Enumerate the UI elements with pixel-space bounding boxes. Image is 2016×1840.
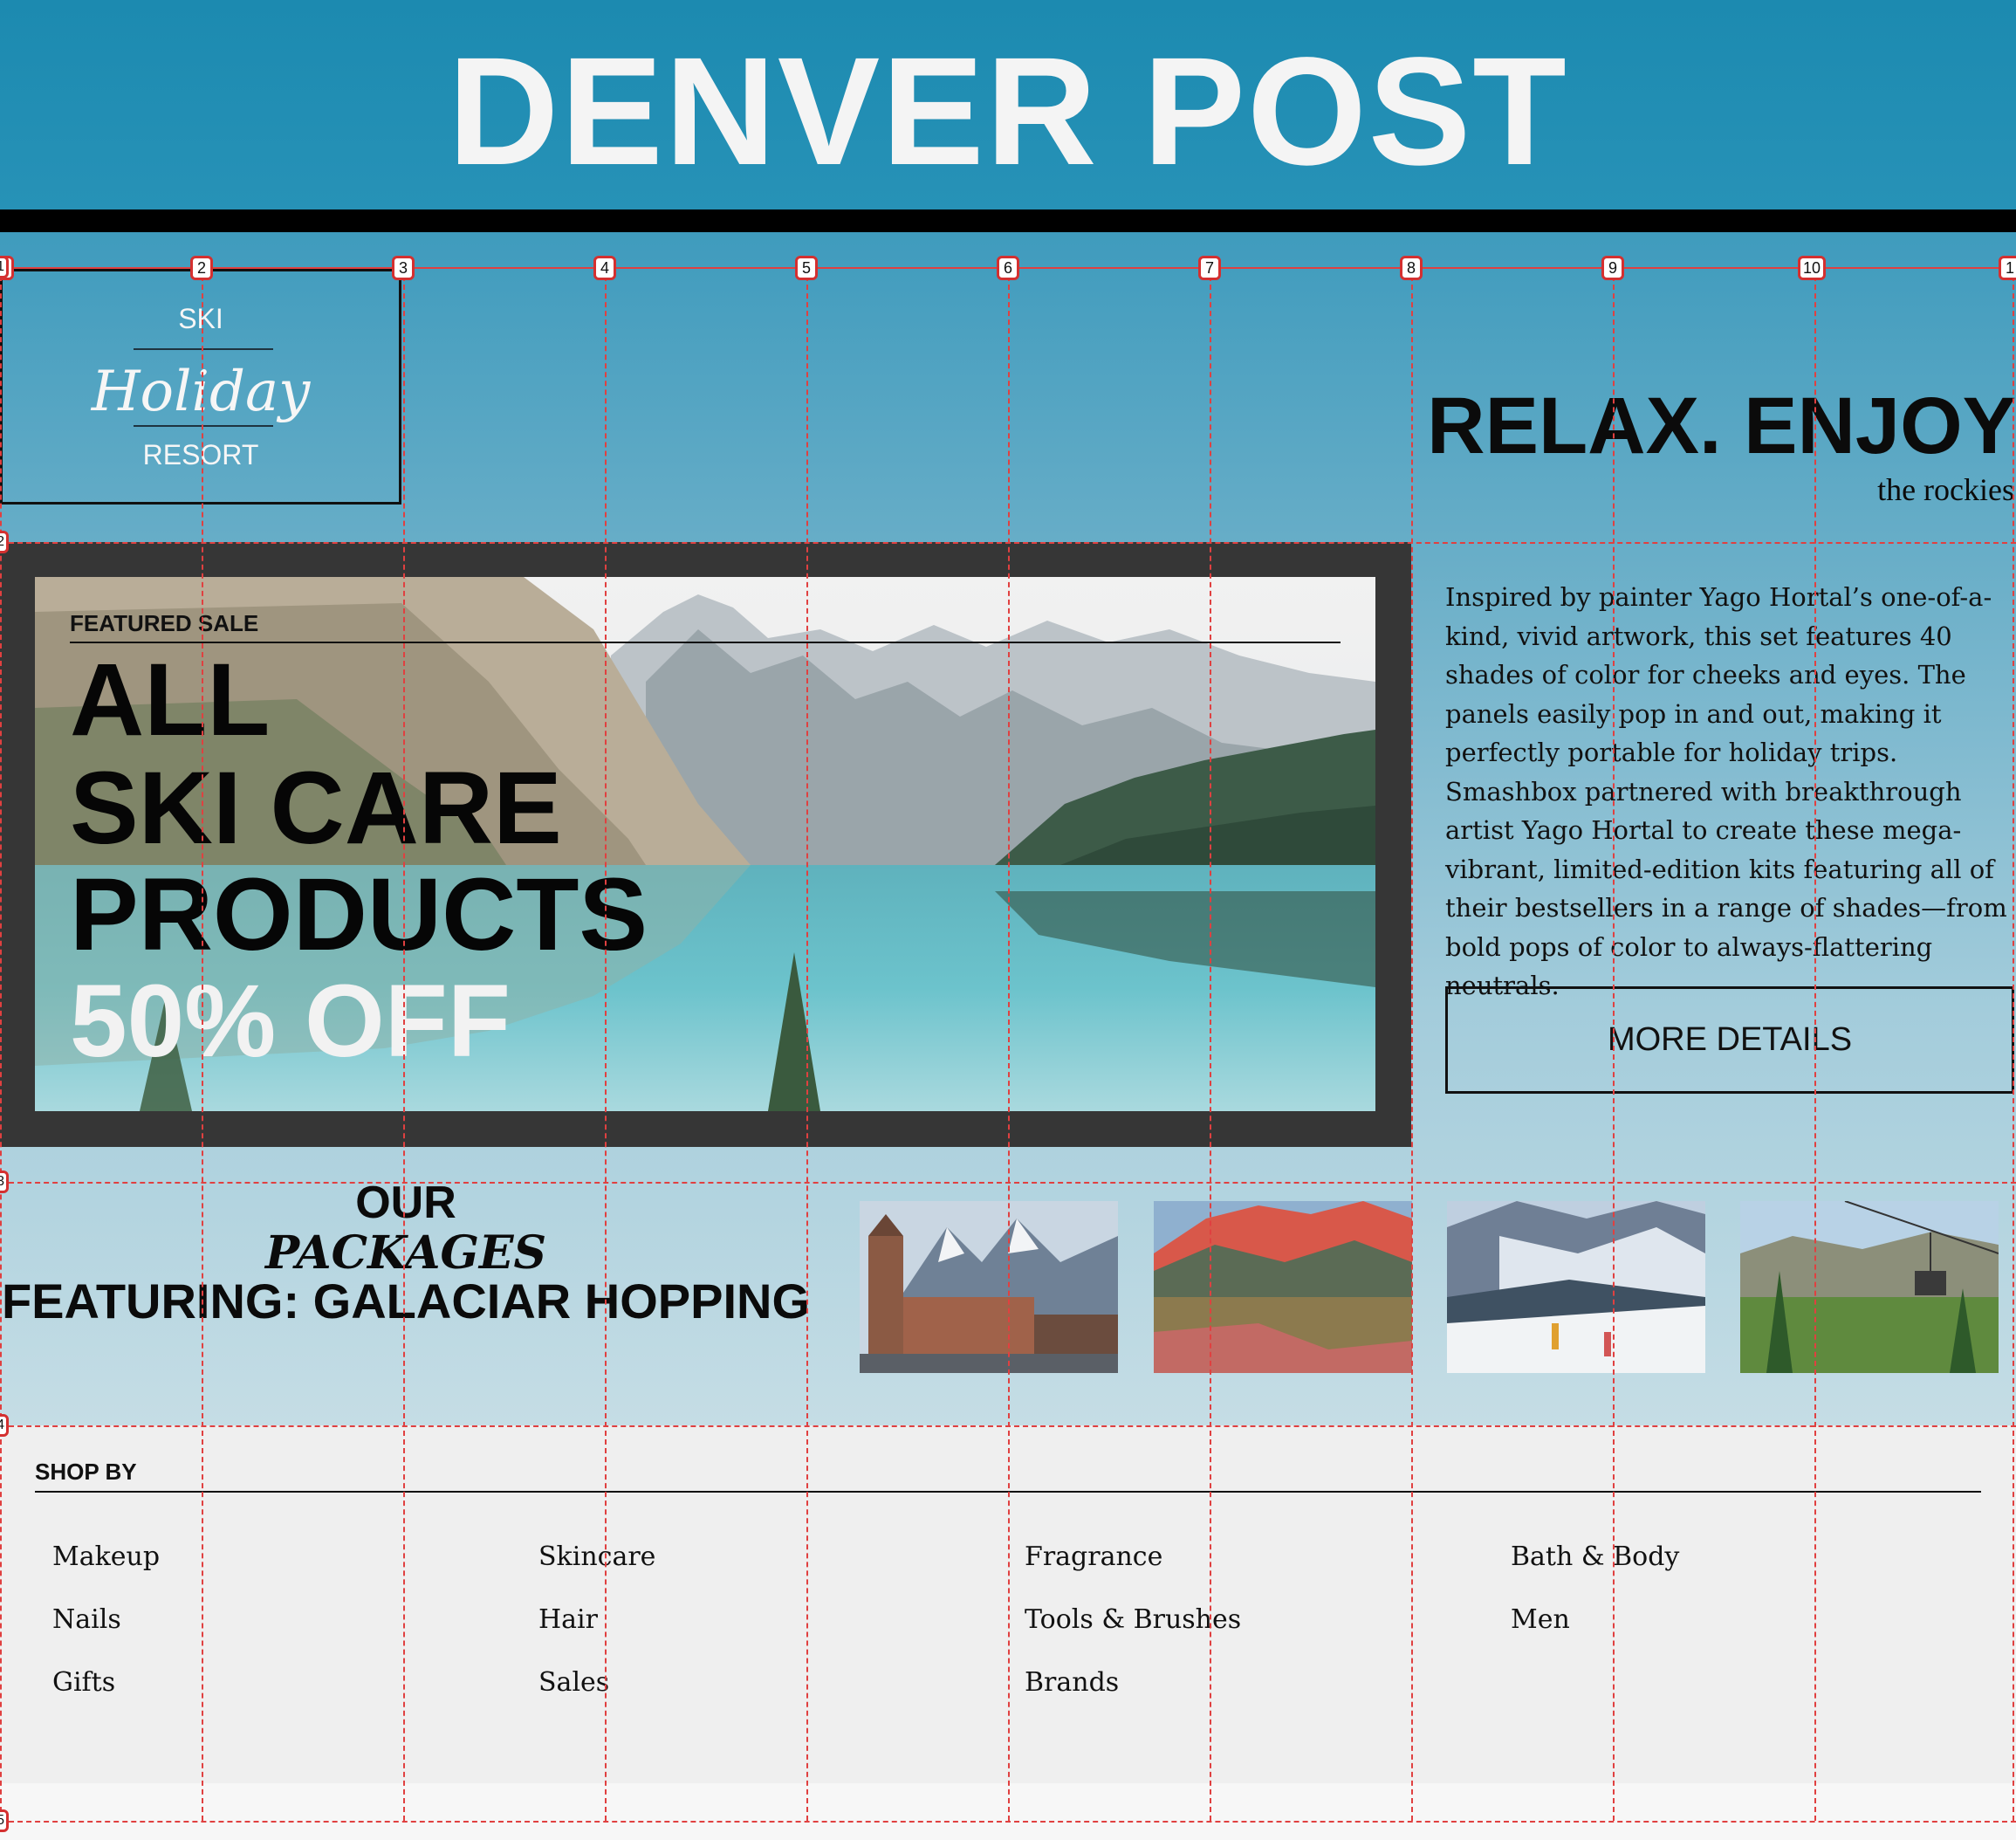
grid-row-line <box>0 542 2016 544</box>
grid-column-marker: 3 <box>392 256 415 280</box>
grid-column-marker: 1 <box>1999 256 2016 280</box>
mountain-town-image <box>860 1201 1118 1373</box>
shop-link-gifts[interactable]: Gifts <box>52 1667 115 1698</box>
grid-column-marker: 6 <box>997 256 1019 280</box>
shop-link-bath-body[interactable]: Bath & Body <box>1511 1541 1679 1572</box>
grid-column-line <box>1008 267 1010 1821</box>
ski-valley-image <box>1447 1201 1705 1373</box>
shop-link-nails[interactable]: Nails <box>52 1604 121 1635</box>
grid-column-marker: 8 <box>1400 256 1423 280</box>
grid-row-marker: 5 <box>0 1809 9 1832</box>
package-thumbnail[interactable] <box>1740 1201 1999 1373</box>
logo-divider <box>134 425 273 427</box>
grid-row-line <box>0 1821 2016 1823</box>
packages-heading-line-2: PACKAGES <box>264 1226 547 1280</box>
shop-link-tools-brushes[interactable]: Tools & Brushes <box>1025 1604 1241 1635</box>
shop-link-skincare[interactable]: Skincare <box>538 1541 655 1572</box>
shop-link-brands[interactable]: Brands <box>1025 1667 1119 1698</box>
grid-row-line <box>0 1182 2016 1184</box>
shop-by-heading: SHOP BY <box>35 1459 137 1485</box>
hero-discount: 50% OFF <box>70 964 511 1079</box>
grid-column-line <box>0 267 2 1821</box>
tagline: RELAX. ENJOY <box>1427 381 2016 470</box>
grid-column-line <box>1210 267 1211 1821</box>
hero-headline-line-2: SKI CARE <box>70 751 562 866</box>
resort-logo[interactable]: SKI Holiday RESORT <box>0 269 401 505</box>
hero-headline-line-1: ALL <box>70 642 271 758</box>
shop-link-men[interactable]: Men <box>1511 1604 1570 1635</box>
grid-column-marker: 5 <box>795 256 818 280</box>
packages-heading-line-1: OUR <box>355 1177 456 1228</box>
shop-link-hair[interactable]: Hair <box>538 1604 598 1635</box>
more-details-button[interactable]: MORE DETAILS <box>1445 986 2014 1094</box>
grid-column-marker: 9 <box>1601 256 1624 280</box>
package-thumbnail[interactable] <box>1154 1201 1412 1373</box>
grid-column-line <box>403 267 405 1821</box>
grid-column-line <box>1814 267 1816 1821</box>
shop-link-makeup[interactable]: Makeup <box>52 1541 160 1572</box>
grid-column-marker: 2 <box>190 256 213 280</box>
grid-row-marker: 3 <box>0 1171 9 1193</box>
grid-column-line <box>806 267 808 1821</box>
grid-column-line <box>1411 267 1413 1821</box>
grid-column-marker: 10 <box>1798 256 1827 280</box>
grid-column-line <box>605 267 607 1821</box>
grid-column-line <box>1613 267 1615 1821</box>
shop-link-sales[interactable]: Sales <box>538 1667 609 1698</box>
grid-column-line <box>2013 267 2014 1821</box>
logo-divider <box>134 348 273 350</box>
package-thumbnail[interactable] <box>1447 1201 1705 1373</box>
packages-heading-line-3: FEATURING: GALACIAR HOPPING <box>1 1274 811 1329</box>
grid-row-marker: 2 <box>0 531 9 553</box>
grid-row-marker: 4 <box>0 1414 9 1437</box>
grid-row-marker: 1 <box>0 256 9 278</box>
sunset-river-image <box>1154 1201 1412 1373</box>
sub-tagline: the rockies <box>1877 472 2014 507</box>
grid-column-marker: 4 <box>593 256 616 280</box>
gondola-image <box>1740 1201 1999 1373</box>
logo-top-text: SKI <box>178 303 223 334</box>
product-description: Inspired by painter Yago Hortal’s one-of… <box>1445 582 2007 1000</box>
shop-link-fragrance[interactable]: Fragrance <box>1025 1541 1162 1572</box>
featured-sale-banner[interactable]: FEATURED SALE ALL SKI CARE PRODUCTS 50% … <box>35 577 1375 1111</box>
package-thumbnail[interactable] <box>860 1201 1118 1373</box>
hero-headline-line-3: PRODUCTS <box>70 857 648 972</box>
featured-sale-label: FEATURED SALE <box>70 610 259 636</box>
grid-row-line <box>0 1425 2016 1427</box>
site-title: DENVER POST <box>448 26 1568 197</box>
grid-column-marker: 7 <box>1198 256 1221 280</box>
grid-column-line <box>202 267 203 1821</box>
logo-main-text: Holiday <box>91 360 311 424</box>
site-header: DENVER POST <box>0 0 2016 209</box>
header-divider <box>0 209 2016 232</box>
logo-bottom-text: RESORT <box>142 439 259 470</box>
